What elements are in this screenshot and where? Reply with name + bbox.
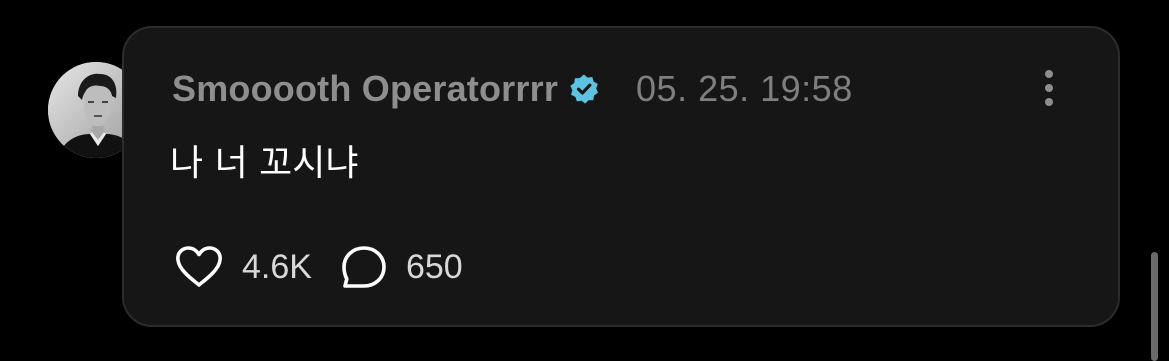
comment-text: 나 너 꼬시냐 bbox=[170, 143, 359, 184]
speech-bubble-icon bbox=[342, 246, 386, 288]
heart-icon bbox=[176, 246, 222, 287]
like-count: 4.6K bbox=[242, 247, 312, 286]
more-vertical-icon bbox=[1045, 70, 1053, 78]
comment-header: Smooooth Operatorrrr 05. 25. 19:58 bbox=[172, 67, 853, 111]
verified-badge-icon bbox=[568, 73, 600, 105]
timestamp: 05. 25. 19:58 bbox=[636, 68, 853, 109]
more-vertical-icon-dot bbox=[1045, 84, 1053, 92]
action-bar: 4.6K 650 bbox=[174, 242, 463, 292]
comment-view: Smooooth Operatorrrr 05. 25. 19:58 나 너 꼬… bbox=[0, 0, 1169, 361]
like-button[interactable]: 4.6K bbox=[174, 245, 312, 289]
username[interactable]: Smooooth Operatorrrr bbox=[172, 68, 558, 110]
more-vertical-icon-dot bbox=[1045, 98, 1053, 106]
reply-count: 650 bbox=[405, 247, 463, 286]
comment-card[interactable]: Smooooth Operatorrrr 05. 25. 19:58 나 너 꼬… bbox=[122, 26, 1120, 327]
reply-button[interactable]: 650 bbox=[340, 244, 463, 290]
more-options-button[interactable] bbox=[1036, 66, 1062, 110]
scrollbar[interactable] bbox=[1151, 252, 1158, 361]
